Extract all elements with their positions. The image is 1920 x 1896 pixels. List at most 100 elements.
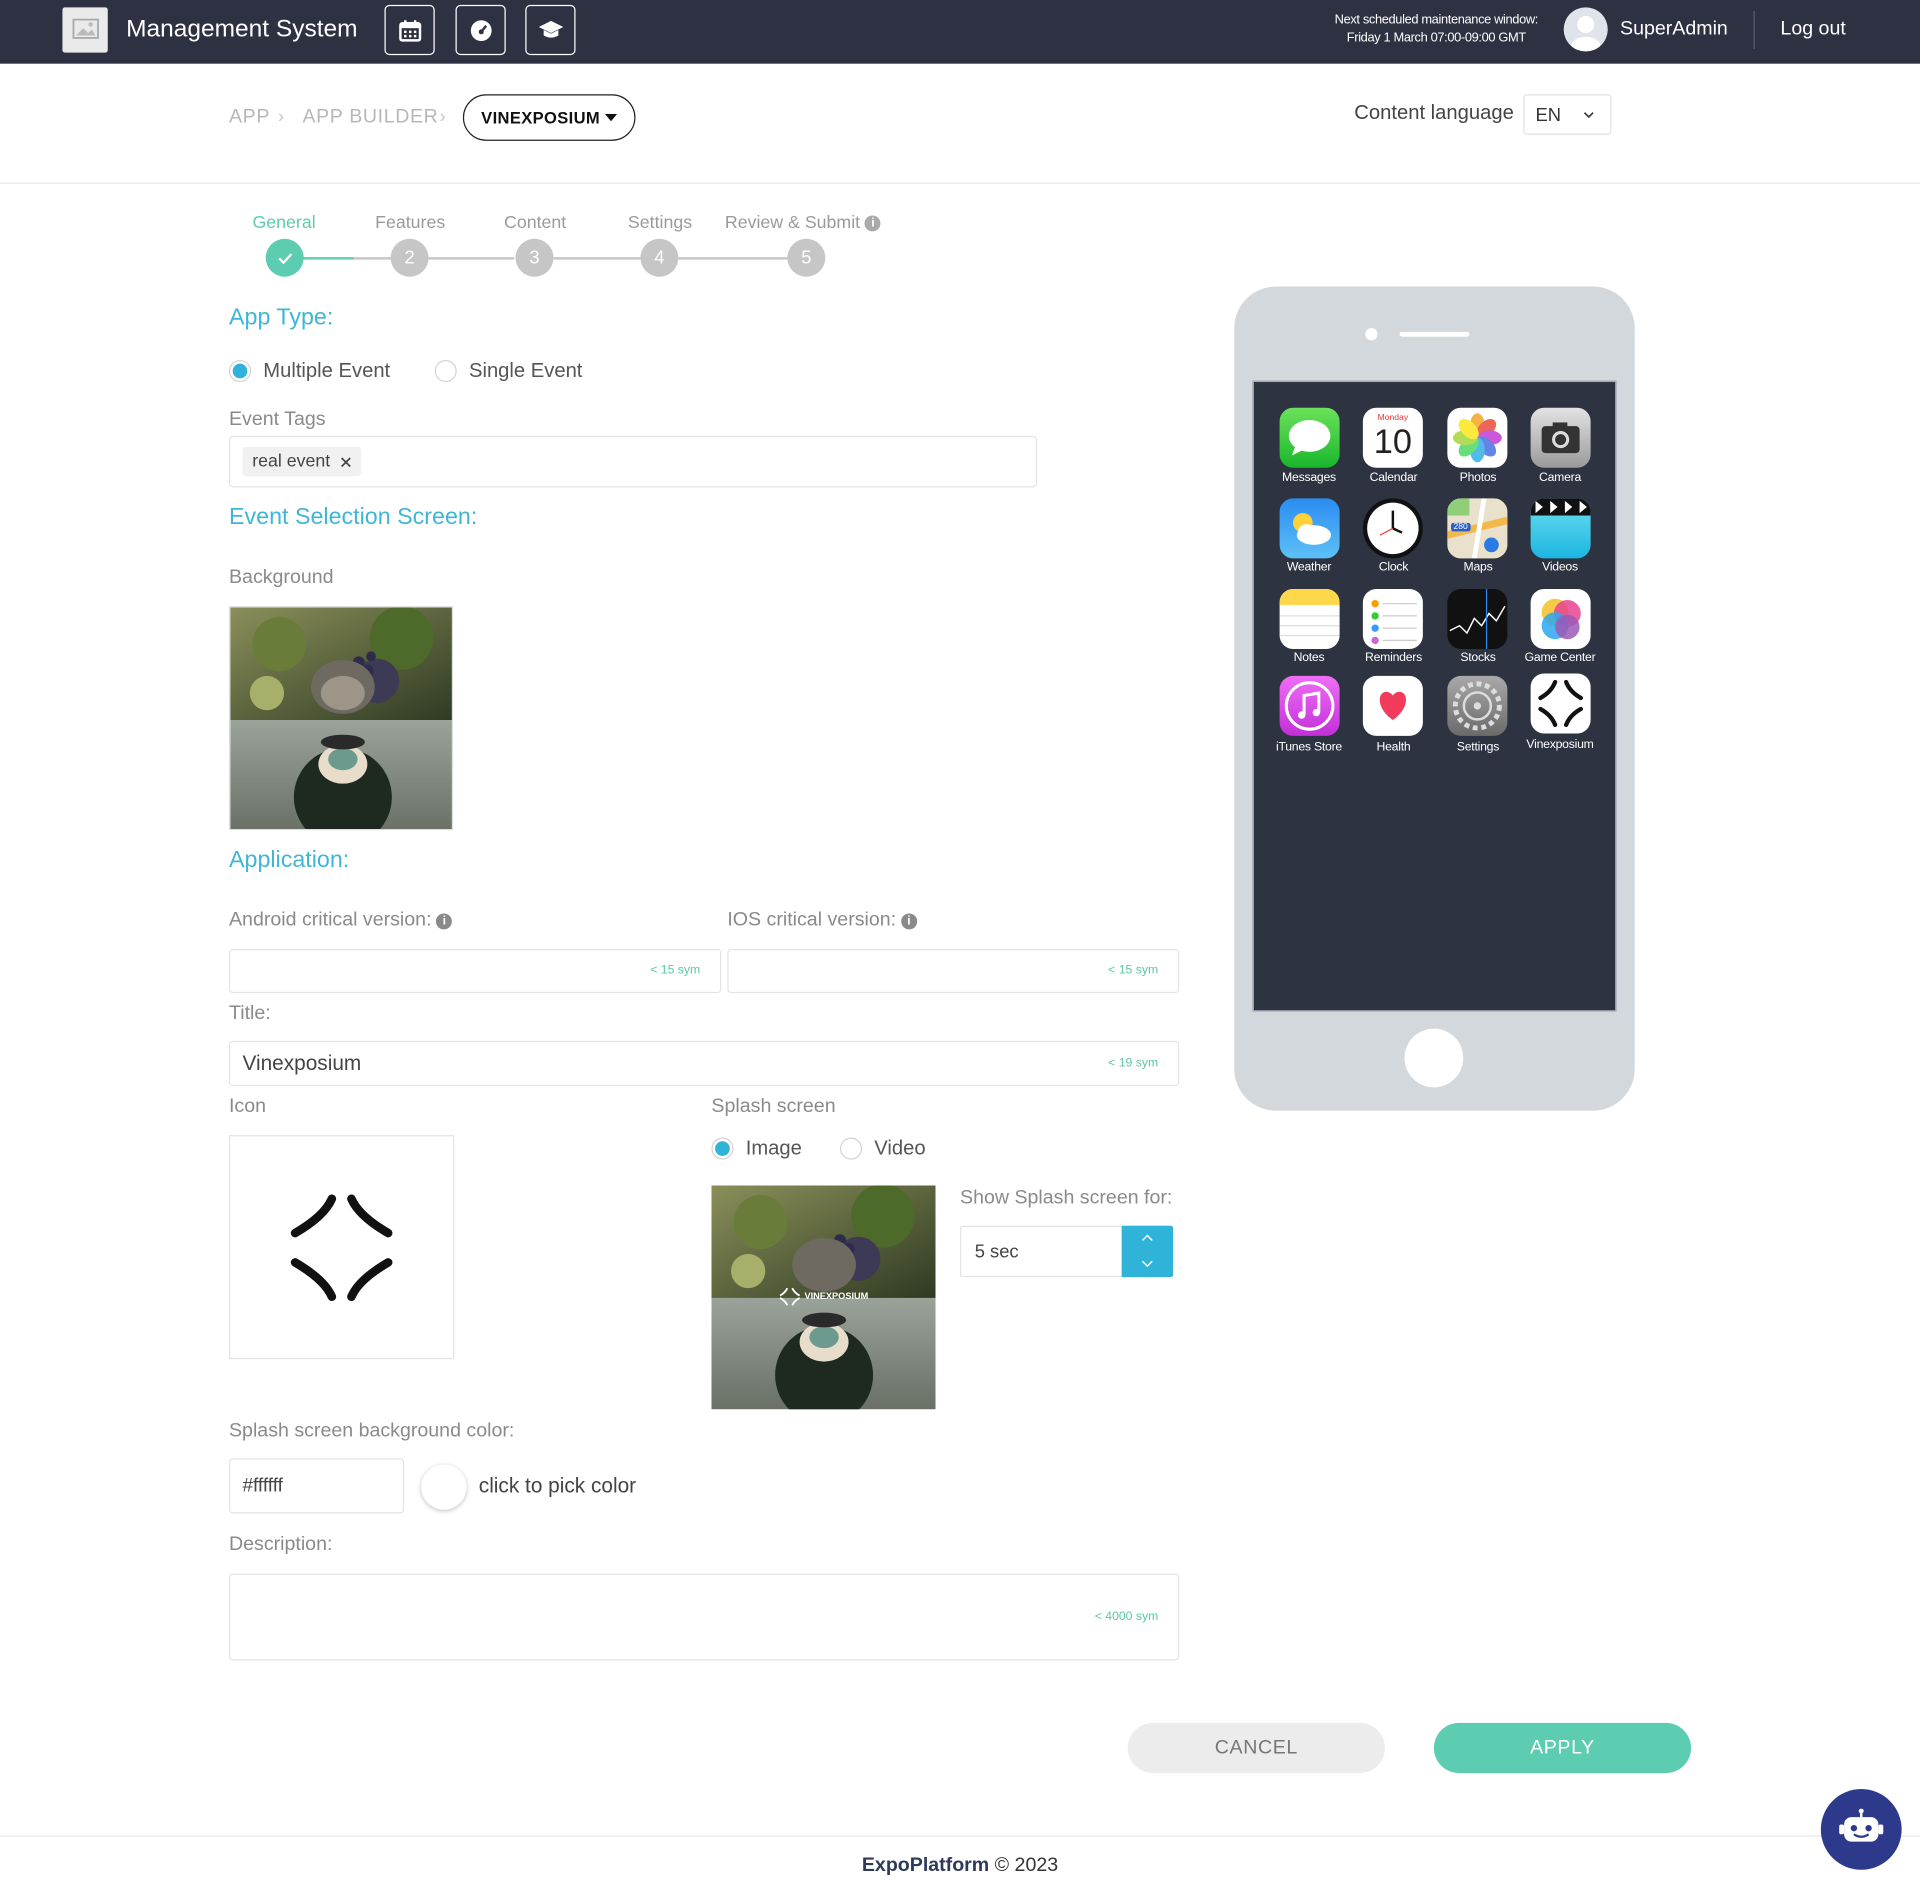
ios-version-hint: < 15 sym: [1108, 963, 1159, 978]
splash-duration-stepper: [1121, 1225, 1174, 1278]
breadcrumb-app[interactable]: APP: [229, 107, 270, 129]
calendar-app-icon: Monday 10: [1362, 407, 1423, 468]
radio-splash-image-label[interactable]: Image: [746, 1138, 802, 1161]
title-hint: < 19 sym: [1108, 1056, 1159, 1071]
step-features-circle[interactable]: 2: [390, 238, 429, 277]
step-review-label: Review & Submit: [724, 213, 861, 233]
messages-icon: [1279, 407, 1340, 468]
radio-splash-image[interactable]: [711, 1137, 734, 1160]
step-settings-label[interactable]: Settings: [611, 213, 709, 233]
app-icon-upload[interactable]: [228, 1135, 455, 1360]
content-language-label: Content language: [1354, 101, 1514, 124]
chevron-down-icon[interactable]: [1141, 1260, 1153, 1268]
radio-single-event[interactable]: [434, 360, 457, 383]
pick-color-label[interactable]: click to pick color: [479, 1474, 636, 1498]
phone-home-button: [1404, 1028, 1464, 1088]
app-label-calendar: Calendar: [1369, 471, 1418, 485]
android-version-input[interactable]: [228, 948, 722, 994]
footer-brand[interactable]: ExpoPlatform: [862, 1855, 989, 1876]
step-content-label[interactable]: Content: [486, 213, 584, 233]
content-language-select[interactable]: EN: [1523, 94, 1612, 135]
dashboard-icon: [470, 19, 492, 41]
splash-image[interactable]: VINEXPOSIUM: [711, 1185, 936, 1410]
academy-button[interactable]: [525, 4, 576, 56]
android-version-label: Android critical version: i: [229, 910, 453, 932]
stocks-icon: [1447, 588, 1508, 649]
cancel-button[interactable]: CANCEL: [1127, 1722, 1385, 1774]
step-general-check-icon[interactable]: [265, 238, 304, 277]
footer-divider: [0, 1835, 1920, 1837]
app-label-stocks: Stocks: [1460, 651, 1496, 665]
close-icon[interactable]: [340, 456, 351, 467]
username[interactable]: SuperAdmin: [1620, 18, 1728, 40]
breadcrumb-app-builder[interactable]: APP BUILDER: [302, 107, 438, 129]
dashboard-button[interactable]: [455, 4, 506, 56]
reminders-icon: [1362, 588, 1423, 649]
photos-icon: [1447, 407, 1508, 468]
chatbot-button[interactable]: [1820, 1788, 1902, 1870]
step-review-circle[interactable]: 5: [787, 238, 826, 277]
radio-splash-video-label[interactable]: Video: [874, 1138, 925, 1161]
splash-bg-color-value: #ffffff: [242, 1475, 283, 1497]
radio-multiple-event-label[interactable]: Multiple Event: [263, 360, 390, 383]
event-tag-label: real event: [252, 451, 331, 472]
info-icon[interactable]: i: [901, 913, 917, 930]
info-icon[interactable]: i: [436, 913, 453, 930]
radio-multiple-event[interactable]: [228, 360, 252, 383]
content-language-value: EN: [1535, 105, 1562, 127]
logout-link[interactable]: Log out: [1780, 18, 1845, 40]
step-review-submit[interactable]: Review & Submit i: [725, 213, 896, 233]
application-title: Application:: [228, 847, 350, 874]
settings-icon: [1447, 675, 1508, 736]
breadcrumb-chevron-icon: ›: [439, 106, 446, 128]
radio-splash-video[interactable]: [840, 1137, 863, 1160]
chevron-up-icon[interactable]: [1141, 1234, 1153, 1241]
app-type-title: App Type:: [228, 304, 334, 331]
info-icon[interactable]: i: [864, 215, 881, 232]
app-label-health: Health: [1376, 740, 1411, 755]
step-content-circle[interactable]: 3: [515, 238, 554, 277]
notes-icon: [1279, 588, 1340, 649]
header-divider-line: [0, 182, 1920, 184]
phone-camera: [1365, 328, 1378, 341]
vinexposium-logo-icon: [290, 1194, 393, 1302]
calendar-date: 10: [1373, 422, 1412, 461]
step-line-done: [302, 257, 354, 260]
logo-image-icon[interactable]: [62, 7, 108, 53]
maps-badge: 280: [1451, 522, 1471, 532]
step-settings-circle[interactable]: 4: [640, 238, 679, 277]
clock-icon: [1362, 498, 1423, 559]
description-textarea[interactable]: [228, 1573, 1180, 1661]
event-selector-dropdown[interactable]: VINEXPOSIUM: [462, 94, 636, 141]
app-title: Management System: [126, 15, 358, 43]
icon-label: Icon: [228, 1095, 267, 1117]
ios-version-label: IOS critical version: i: [727, 910, 917, 932]
maintenance-line-1: Next scheduled maintenance window:: [1334, 12, 1539, 27]
description-label: Description:: [228, 1534, 333, 1556]
health-icon: [1362, 675, 1423, 736]
radio-single-event-label[interactable]: Single Event: [469, 360, 582, 383]
color-swatch-button[interactable]: [421, 1464, 467, 1510]
maps-icon: 280: [1447, 498, 1508, 559]
background-image[interactable]: [228, 606, 454, 831]
description-hint: < 4000 sym: [1094, 1610, 1159, 1624]
step-features-label[interactable]: Features: [361, 213, 459, 233]
app-label-messages: Messages: [1282, 471, 1336, 485]
apply-button[interactable]: APPLY: [1433, 1722, 1692, 1774]
breadcrumb-chevron-icon: ›: [277, 106, 285, 128]
background-label: Background: [228, 566, 334, 588]
calendar-button[interactable]: [384, 4, 435, 56]
avatar[interactable]: [1563, 7, 1608, 52]
step-general-label[interactable]: General: [235, 213, 333, 233]
splash-duration-value: 5 sec: [974, 1241, 1019, 1263]
graduation-cap-icon: [538, 20, 563, 38]
itunes-icon: [1279, 675, 1340, 736]
caret-down-icon: [604, 113, 618, 122]
app-label-vinexposium: Vinexposium: [1526, 738, 1594, 752]
app-label-maps: Maps: [1463, 560, 1493, 575]
event-tags-label: Event Tags: [228, 408, 326, 430]
app-label-photos: Photos: [1459, 471, 1497, 485]
android-version-hint: < 15 sym: [650, 963, 701, 978]
title-input[interactable]: [228, 1040, 1180, 1087]
app-label-notes: Notes: [1293, 651, 1325, 665]
